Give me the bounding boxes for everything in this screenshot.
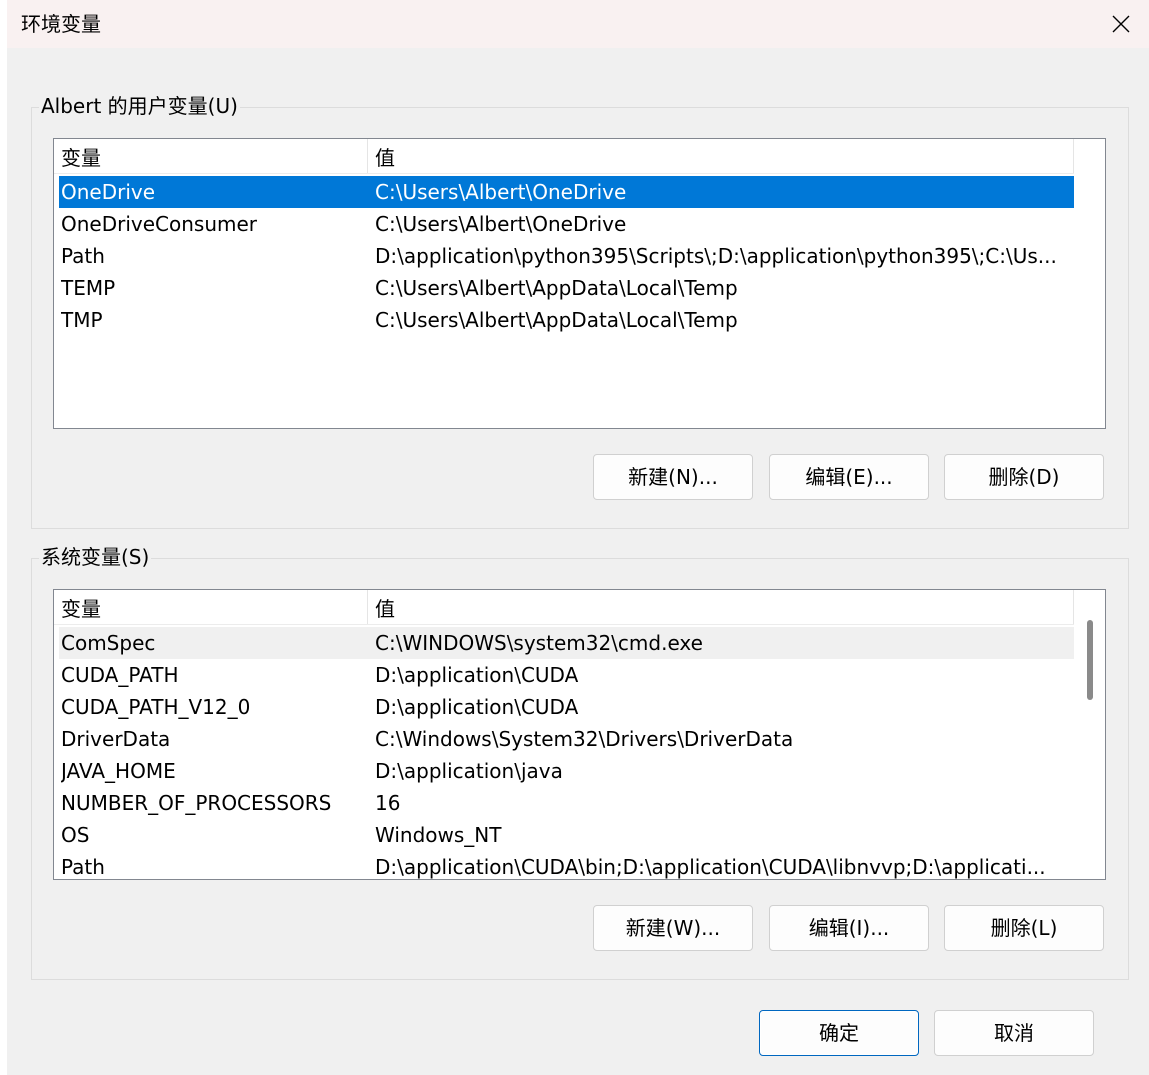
user-delete-button[interactable]: 删除(D) <box>944 454 1104 500</box>
table-row[interactable]: ComSpec C:\WINDOWS\system32\cmd.exe <box>59 627 1074 659</box>
variable-name-cell: TMP <box>61 308 103 332</box>
table-row[interactable]: OneDriveConsumer C:\Users\Albert\OneDriv… <box>59 208 1074 240</box>
variable-name-cell: CUDA_PATH <box>61 663 179 687</box>
user-new-button[interactable]: 新建(N)... <box>593 454 753 500</box>
variable-name-cell: JAVA_HOME <box>61 759 176 783</box>
table-row[interactable]: Path D:\application\CUDA\bin;D:\applicat… <box>59 851 1074 879</box>
table-row[interactable]: TEMP C:\Users\Albert\AppData\Local\Temp <box>59 272 1074 304</box>
user-edit-button[interactable]: 编辑(E)... <box>769 454 929 500</box>
variable-value-cell: D:\application\CUDA <box>375 695 579 719</box>
user-variables-list-header: 变量 值 <box>54 139 1074 174</box>
user-variables-rows: OneDrive C:\Users\Albert\OneDrive OneDri… <box>59 176 1074 336</box>
ok-button[interactable]: 确定 <box>759 1010 919 1056</box>
variable-value-cell: D:\application\CUDA\bin;D:\application\C… <box>375 855 1046 879</box>
cancel-button[interactable]: 取消 <box>934 1010 1094 1056</box>
table-row[interactable]: DriverData C:\Windows\System32\Drivers\D… <box>59 723 1074 755</box>
table-row[interactable]: NUMBER_OF_PROCESSORS 16 <box>59 787 1074 819</box>
variable-value-cell: C:\Users\Albert\OneDrive <box>375 180 627 204</box>
variable-value-cell: D:\application\java <box>375 759 563 783</box>
system-delete-button[interactable]: 删除(L) <box>944 905 1104 951</box>
variable-value-cell: C:\Users\Albert\AppData\Local\Temp <box>375 308 738 332</box>
dialog-content: Albert 的用户变量(U) 变量 值 OneDrive C:\Users\A… <box>7 48 1149 1075</box>
user-variables-list[interactable]: 变量 值 OneDrive C:\Users\Albert\OneDrive O… <box>53 138 1106 429</box>
variable-name-cell: OneDrive <box>61 180 156 204</box>
system-variables-group-label: 系统变量(S) <box>39 544 152 570</box>
variable-value-cell: D:\application\CUDA <box>375 663 579 687</box>
variable-value-cell: C:\Users\Albert\OneDrive <box>375 212 627 236</box>
variable-value-cell: D:\application\python395\Scripts\;D:\app… <box>375 244 1057 268</box>
table-row[interactable]: Path D:\application\python395\Scripts\;D… <box>59 240 1074 272</box>
environment-variables-dialog: 环境变量 Albert 的用户变量(U) 变量 值 OneDrive C:\Us… <box>0 0 1149 1075</box>
variable-name-cell: DriverData <box>61 727 171 751</box>
table-row[interactable]: CUDA_PATH D:\application\CUDA <box>59 659 1074 691</box>
system-variables-list[interactable]: 变量 值 ComSpec C:\WINDOWS\system32\cmd.exe… <box>53 589 1106 880</box>
variable-name-cell: Path <box>61 855 105 879</box>
column-header-value[interactable]: 值 <box>368 590 1074 624</box>
variable-name-cell: Path <box>61 244 105 268</box>
close-button[interactable] <box>1093 0 1149 48</box>
variable-value-cell: C:\Users\Albert\AppData\Local\Temp <box>375 276 738 300</box>
variable-name-cell: NUMBER_OF_PROCESSORS <box>61 791 332 815</box>
variable-value-cell: C:\WINDOWS\system32\cmd.exe <box>375 631 703 655</box>
column-header-variable[interactable]: 变量 <box>54 139 368 173</box>
variable-value-cell: C:\Windows\System32\Drivers\DriverData <box>375 727 794 751</box>
close-icon <box>1112 15 1130 33</box>
table-row[interactable]: TMP C:\Users\Albert\AppData\Local\Temp <box>59 304 1074 336</box>
variable-name-cell: TEMP <box>61 276 116 300</box>
system-variables-rows: ComSpec C:\WINDOWS\system32\cmd.exe CUDA… <box>59 627 1074 879</box>
system-new-button[interactable]: 新建(W)... <box>593 905 753 951</box>
column-header-value[interactable]: 值 <box>368 139 1074 173</box>
window-title: 环境变量 <box>21 12 101 36</box>
table-row[interactable]: OneDrive C:\Users\Albert\OneDrive <box>59 176 1074 208</box>
variable-value-cell: 16 <box>375 791 401 815</box>
user-variables-group-label: Albert 的用户变量(U) <box>39 93 240 119</box>
scrollbar-thumb[interactable] <box>1087 620 1093 700</box>
table-row[interactable]: JAVA_HOME D:\application\java <box>59 755 1074 787</box>
system-edit-button[interactable]: 编辑(I)... <box>769 905 929 951</box>
table-row[interactable]: CUDA_PATH_V12_0 D:\application\CUDA <box>59 691 1074 723</box>
variable-name-cell: OS <box>61 823 90 847</box>
variable-value-cell: Windows_NT <box>375 823 502 847</box>
system-variables-list-header: 变量 值 <box>54 590 1074 625</box>
variable-name-cell: OneDriveConsumer <box>61 212 258 236</box>
system-variables-scrollbar[interactable] <box>1074 590 1105 879</box>
table-row[interactable]: OS Windows_NT <box>59 819 1074 851</box>
variable-name-cell: ComSpec <box>61 631 156 655</box>
variable-name-cell: CUDA_PATH_V12_0 <box>61 695 251 719</box>
title-bar: 环境变量 <box>7 0 1149 48</box>
column-header-variable[interactable]: 变量 <box>54 590 368 624</box>
